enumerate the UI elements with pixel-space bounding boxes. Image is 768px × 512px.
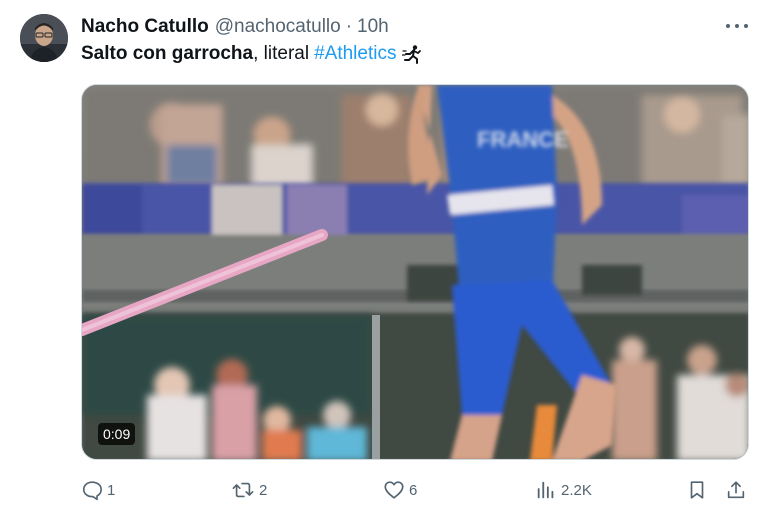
- video-duration: 0:09: [98, 423, 136, 445]
- more-dot: [735, 24, 739, 28]
- action-bar: 1 2 6 2.2K: [81, 476, 749, 504]
- avatar[interactable]: [20, 14, 68, 62]
- retweet-count: 2: [259, 481, 268, 499]
- tweet[interactable]: Nacho Catullo @nachocatullo · 10h Salto …: [0, 0, 768, 512]
- tweet-header: Nacho Catullo @nachocatullo · 10h: [81, 15, 389, 39]
- more-dot: [744, 24, 748, 28]
- reply-icon: [82, 481, 102, 501]
- author-name[interactable]: Nacho Catullo: [81, 16, 209, 38]
- reply-button[interactable]: 1: [81, 476, 115, 504]
- more-options-button[interactable]: [726, 18, 748, 34]
- tweet-text-rest: , literal: [253, 43, 310, 64]
- video-frame: FRANCE: [82, 85, 748, 459]
- tweet-text-bold: Salto con garrocha: [81, 43, 254, 64]
- bookmark-button[interactable]: [686, 476, 708, 504]
- share-icon: [727, 481, 745, 499]
- share-button[interactable]: [725, 476, 747, 504]
- like-button[interactable]: 6: [383, 476, 417, 504]
- hashtag-link[interactable]: #Athletics: [314, 43, 396, 65]
- video-player[interactable]: FRANCE 0:09: [81, 84, 749, 460]
- retweet-icon: [232, 482, 254, 498]
- bookmark-icon: [690, 481, 704, 499]
- retweet-button[interactable]: 2: [231, 476, 267, 504]
- more-dot: [726, 24, 730, 28]
- views-count: 2.2K: [561, 481, 592, 499]
- views-button[interactable]: 2.2K: [535, 476, 592, 504]
- avatar-image: [20, 14, 68, 62]
- runner-icon: [402, 44, 422, 64]
- separator-dot: ·: [345, 16, 353, 37]
- views-icon: [537, 481, 554, 499]
- jersey-text: FRANCE: [477, 127, 569, 152]
- reply-count: 1: [107, 481, 116, 499]
- author-handle[interactable]: @nachocatullo: [215, 16, 341, 38]
- heart-icon: [384, 481, 404, 499]
- tweet-timestamp[interactable]: 10h: [357, 16, 389, 38]
- like-count: 6: [409, 481, 418, 499]
- tweet-text: Salto con garrocha , literal #Athletics: [81, 43, 422, 65]
